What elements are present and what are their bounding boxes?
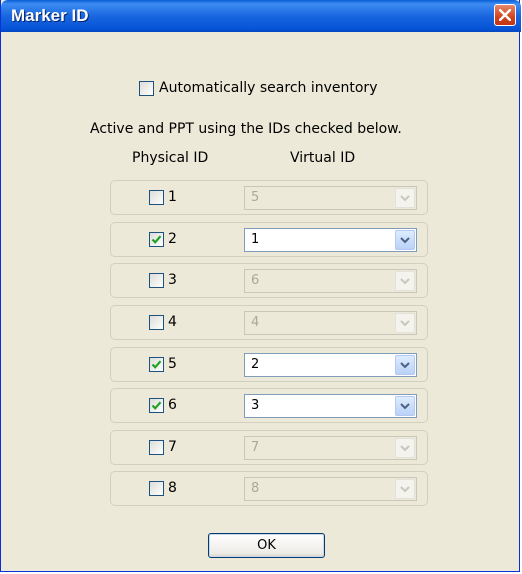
id-row: 15 <box>110 180 428 215</box>
physical-id-label[interactable]: 1 <box>168 189 177 205</box>
virtual-id-value: 1 <box>251 232 260 247</box>
title-bar[interactable]: Marker ID <box>1 0 521 32</box>
virtual-id-value: 6 <box>251 273 260 288</box>
virtual-id-value: 7 <box>251 440 260 455</box>
physical-id-label[interactable]: 2 <box>168 231 177 247</box>
id-row: 63 <box>110 388 428 423</box>
id-row: 44 <box>110 305 428 340</box>
dropdown-button[interactable] <box>395 396 415 416</box>
virtual-id-value: 5 <box>251 190 260 205</box>
dropdown-button[interactable] <box>395 188 415 208</box>
dropdown-button[interactable] <box>395 479 415 499</box>
close-icon <box>499 9 511 21</box>
virtual-id-value: 2 <box>251 357 260 372</box>
physical-id-label[interactable]: 7 <box>168 439 177 455</box>
id-row: 52 <box>110 347 428 382</box>
auto-search-checkbox[interactable] <box>139 81 154 96</box>
virtual-id-select[interactable]: 6 <box>244 269 417 293</box>
chevron-down-icon <box>400 486 410 493</box>
dropdown-button[interactable] <box>395 438 415 458</box>
auto-search-label[interactable]: Automatically search inventory <box>159 80 377 96</box>
window-title: Marker ID <box>11 6 89 25</box>
physical-id-checkbox[interactable] <box>149 232 164 247</box>
physical-id-label[interactable]: 3 <box>168 272 177 288</box>
dialog-body: Automatically search inventory Active an… <box>4 32 518 569</box>
virtual-id-select[interactable]: 5 <box>244 186 417 210</box>
virtual-id-value: 8 <box>251 481 260 496</box>
checkmark-icon <box>151 360 162 369</box>
physical-id-label[interactable]: 5 <box>168 356 177 372</box>
marker-id-dialog: Marker ID Automatically search inventory… <box>0 0 521 572</box>
dropdown-button[interactable] <box>395 230 415 250</box>
physical-id-checkbox[interactable] <box>149 481 164 496</box>
chevron-down-icon <box>400 403 410 410</box>
id-row: 21 <box>110 222 428 257</box>
physical-id-checkbox[interactable] <box>149 357 164 372</box>
virtual-id-header: Virtual ID <box>290 150 356 166</box>
checkmark-icon <box>151 401 162 410</box>
virtual-id-select[interactable]: 4 <box>244 311 417 335</box>
virtual-id-select[interactable]: 7 <box>244 436 417 460</box>
instructions-text: Active and PPT using the IDs checked bel… <box>90 121 402 137</box>
virtual-id-select[interactable]: 3 <box>244 394 417 418</box>
physical-id-checkbox[interactable] <box>149 440 164 455</box>
chevron-down-icon <box>400 195 410 202</box>
virtual-id-select[interactable]: 8 <box>244 477 417 501</box>
physical-id-checkbox[interactable] <box>149 273 164 288</box>
dropdown-button[interactable] <box>395 355 415 375</box>
close-button[interactable] <box>494 4 516 26</box>
dropdown-button[interactable] <box>395 313 415 333</box>
physical-id-label[interactable]: 6 <box>168 397 177 413</box>
physical-id-checkbox[interactable] <box>149 315 164 330</box>
physical-id-header: Physical ID <box>132 150 209 166</box>
chevron-down-icon <box>400 237 410 244</box>
ok-button[interactable]: OK <box>208 533 325 558</box>
checkmark-icon <box>151 235 162 244</box>
id-row: 77 <box>110 430 428 465</box>
chevron-down-icon <box>400 362 410 369</box>
physical-id-checkbox[interactable] <box>149 398 164 413</box>
id-row: 88 <box>110 471 428 506</box>
chevron-down-icon <box>400 278 410 285</box>
dropdown-button[interactable] <box>395 271 415 291</box>
chevron-down-icon <box>400 320 410 327</box>
id-row: 36 <box>110 263 428 298</box>
chevron-down-icon <box>400 445 410 452</box>
virtual-id-value: 4 <box>251 315 260 330</box>
virtual-id-select[interactable]: 2 <box>244 353 417 377</box>
virtual-id-value: 3 <box>251 398 260 413</box>
physical-id-label[interactable]: 8 <box>168 480 177 496</box>
physical-id-label[interactable]: 4 <box>168 314 177 330</box>
physical-id-checkbox[interactable] <box>149 190 164 205</box>
virtual-id-select[interactable]: 1 <box>244 228 417 252</box>
